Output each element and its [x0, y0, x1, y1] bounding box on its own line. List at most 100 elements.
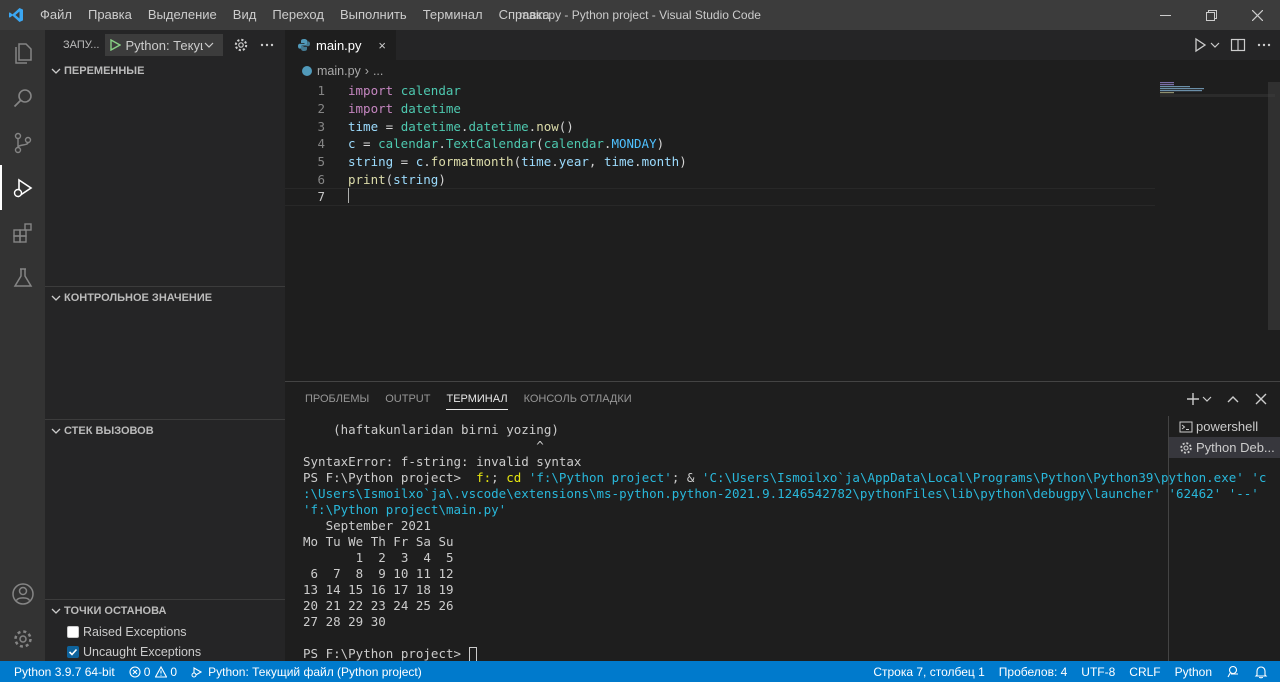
extensions-icon: [12, 222, 32, 243]
launch-config-select[interactable]: Python: Текущ: [105, 34, 224, 56]
extensions-button[interactable]: [0, 210, 45, 255]
chevron-down-icon[interactable]: [1210, 40, 1220, 50]
source-control-button[interactable]: [0, 120, 45, 165]
accounts-button[interactable]: [0, 571, 45, 616]
terminal-text: PS F:\Python project>: [303, 470, 477, 485]
code-token: (: [536, 136, 544, 152]
indentation[interactable]: Пробелов: 4: [992, 661, 1075, 682]
split-editor-icon[interactable]: [1230, 37, 1246, 53]
menu-run[interactable]: Выполнить: [332, 0, 415, 30]
variables-header[interactable]: ПЕРЕМЕННЫЕ: [45, 60, 285, 82]
tab-output[interactable]: OUTPUT: [377, 382, 438, 416]
search-button[interactable]: [0, 75, 45, 120]
menu-go[interactable]: Переход: [264, 0, 332, 30]
error-icon: [129, 665, 141, 678]
minimap[interactable]: [1160, 82, 1280, 382]
language-mode[interactable]: Python: [1168, 661, 1219, 682]
code-line[interactable]: 6 print(string): [285, 170, 1280, 188]
terminal-item-powershell[interactable]: powershell: [1169, 416, 1280, 437]
editor-scrollbar[interactable]: [1268, 82, 1280, 330]
feedback-button[interactable]: [1219, 661, 1247, 682]
line-number: 6: [317, 171, 325, 187]
close-window-button[interactable]: [1234, 0, 1280, 30]
start-debug-icon[interactable]: [109, 39, 122, 51]
close-tab-icon[interactable]: ×: [378, 38, 386, 53]
terminal-line: SyntaxError: f-string: invalid syntax: [303, 454, 1163, 470]
terminal-line: :\Users\Ismoilxo`ja\.vscode\extensions\m…: [303, 486, 1259, 502]
manage-button[interactable]: [0, 616, 45, 661]
encoding[interactable]: UTF-8: [1074, 661, 1122, 682]
terminal-output[interactable]: (haftakunlaridan birni yozing) ^ SyntaxEr…: [303, 422, 1266, 662]
menu-terminal[interactable]: Терминал: [415, 0, 491, 30]
menu-selection[interactable]: Выделение: [140, 0, 225, 30]
chevron-down-icon: [205, 42, 214, 48]
notifications-button[interactable]: [1247, 661, 1280, 682]
maximize-panel-icon[interactable]: [1226, 392, 1240, 406]
explorer-button[interactable]: [0, 30, 45, 75]
code-token: =: [355, 136, 379, 152]
debug-config-label: Python: Текущий файл (Python project): [208, 664, 422, 679]
tab-debug-console[interactable]: КОНСОЛЬ ОТЛАДКИ: [516, 382, 640, 416]
call-stack-header[interactable]: СТЕК ВЫЗОВОВ: [45, 420, 285, 442]
python-interpreter[interactable]: Python 3.9.7 64-bit: [0, 661, 122, 682]
breadcrumb-separator: ›: [364, 64, 369, 78]
breadcrumb-file[interactable]: main.py: [317, 64, 361, 78]
editor-tabs: main.py ×: [285, 30, 1280, 60]
terminal-text: cd: [506, 470, 522, 485]
new-terminal-icon[interactable]: [1186, 392, 1200, 406]
close-panel-icon[interactable]: [1254, 392, 1268, 406]
menu-file[interactable]: Файл: [32, 0, 80, 30]
run-file-icon[interactable]: [1192, 37, 1208, 53]
code-token: .: [423, 154, 431, 170]
settings-gear-icon: [13, 629, 32, 648]
more-actions-icon[interactable]: [259, 37, 275, 53]
breakpoint-raised-exceptions[interactable]: Raised Exceptions: [45, 622, 285, 642]
tab-problems[interactable]: ПРОБЛЕМЫ: [297, 382, 377, 416]
restore-button[interactable]: [1188, 0, 1234, 30]
cursor-position[interactable]: Строка 7, столбец 1: [866, 661, 991, 682]
raised-exceptions-checkbox[interactable]: [67, 626, 79, 638]
tab-main-py[interactable]: main.py ×: [285, 30, 396, 60]
restore-icon: [1205, 9, 1217, 21]
gear-icon[interactable]: [233, 37, 249, 53]
code-token: time: [603, 154, 635, 170]
code-line[interactable]: 3 time = datetime.datetime.now(): [285, 117, 1280, 135]
run-debug-button[interactable]: [0, 165, 45, 210]
launch-config-label: Python: Текущ: [125, 37, 204, 53]
terminal-item-python-debug[interactable]: Python Deb...: [1169, 437, 1280, 458]
more-actions-icon[interactable]: [1256, 37, 1272, 53]
terminal-line: Mo Tu We Th Fr Sa Su: [303, 534, 1163, 550]
terminal-text: 6 7 8 9 10 11 12: [303, 566, 454, 581]
chevron-down-icon[interactable]: [1202, 394, 1212, 404]
terminal-text: 13 14 15 16 17 18 19: [303, 582, 454, 597]
breadcrumb-symbol[interactable]: ...: [373, 64, 383, 78]
terminal-text: September 2021: [303, 518, 431, 533]
breakpoints-header[interactable]: ТОЧКИ ОСТАНОВА: [45, 600, 285, 622]
end-of-line[interactable]: CRLF: [1122, 661, 1167, 682]
code-editor[interactable]: 1 import calendar 2 import datetime 3 time = …: [285, 82, 1280, 206]
terminal-item-label: Python Deb...: [1196, 440, 1275, 455]
uncaught-exceptions-checkbox[interactable]: [67, 646, 79, 658]
code-line[interactable]: 2 import datetime: [285, 100, 1280, 118]
code-line[interactable]: 7: [285, 187, 1155, 206]
source-control-icon: [14, 132, 31, 153]
minimize-button[interactable]: [1142, 0, 1188, 30]
watch-header[interactable]: КОНТРОЛЬНОЕ ЗНАЧЕНИЕ: [45, 287, 285, 309]
menu-view[interactable]: Вид: [225, 0, 265, 30]
debug-config-status[interactable]: Python: Текущий файл (Python project): [184, 661, 429, 682]
testing-button[interactable]: [0, 255, 45, 300]
code-line[interactable]: 1 import calendar: [285, 82, 1280, 100]
code-line[interactable]: 4c = calendar.TextCalendar(calendar.MOND…: [285, 135, 1280, 153]
line-number: 5: [317, 154, 325, 170]
code-line[interactable]: 5 string = c.formatmonth(time.year, time.…: [285, 153, 1280, 171]
breakpoint-uncaught-exceptions[interactable]: Uncaught Exceptions: [45, 642, 285, 662]
menu-help[interactable]: Справка: [491, 0, 558, 30]
terminal-line: 20 21 22 23 24 25 26: [303, 598, 1163, 614]
debug-sidebar: ЗАПУ... Python: Текущ ПЕРЕМЕННЫЕ КОНТРОЛ…: [45, 30, 285, 661]
code-token: datetime: [400, 118, 461, 134]
tab-terminal[interactable]: ТЕРМИНАЛ: [438, 382, 515, 416]
problems-status[interactable]: 0 0: [122, 661, 184, 682]
menu-edit[interactable]: Правка: [80, 0, 140, 30]
code-token: month: [641, 154, 680, 170]
code-token: ): [679, 154, 687, 170]
